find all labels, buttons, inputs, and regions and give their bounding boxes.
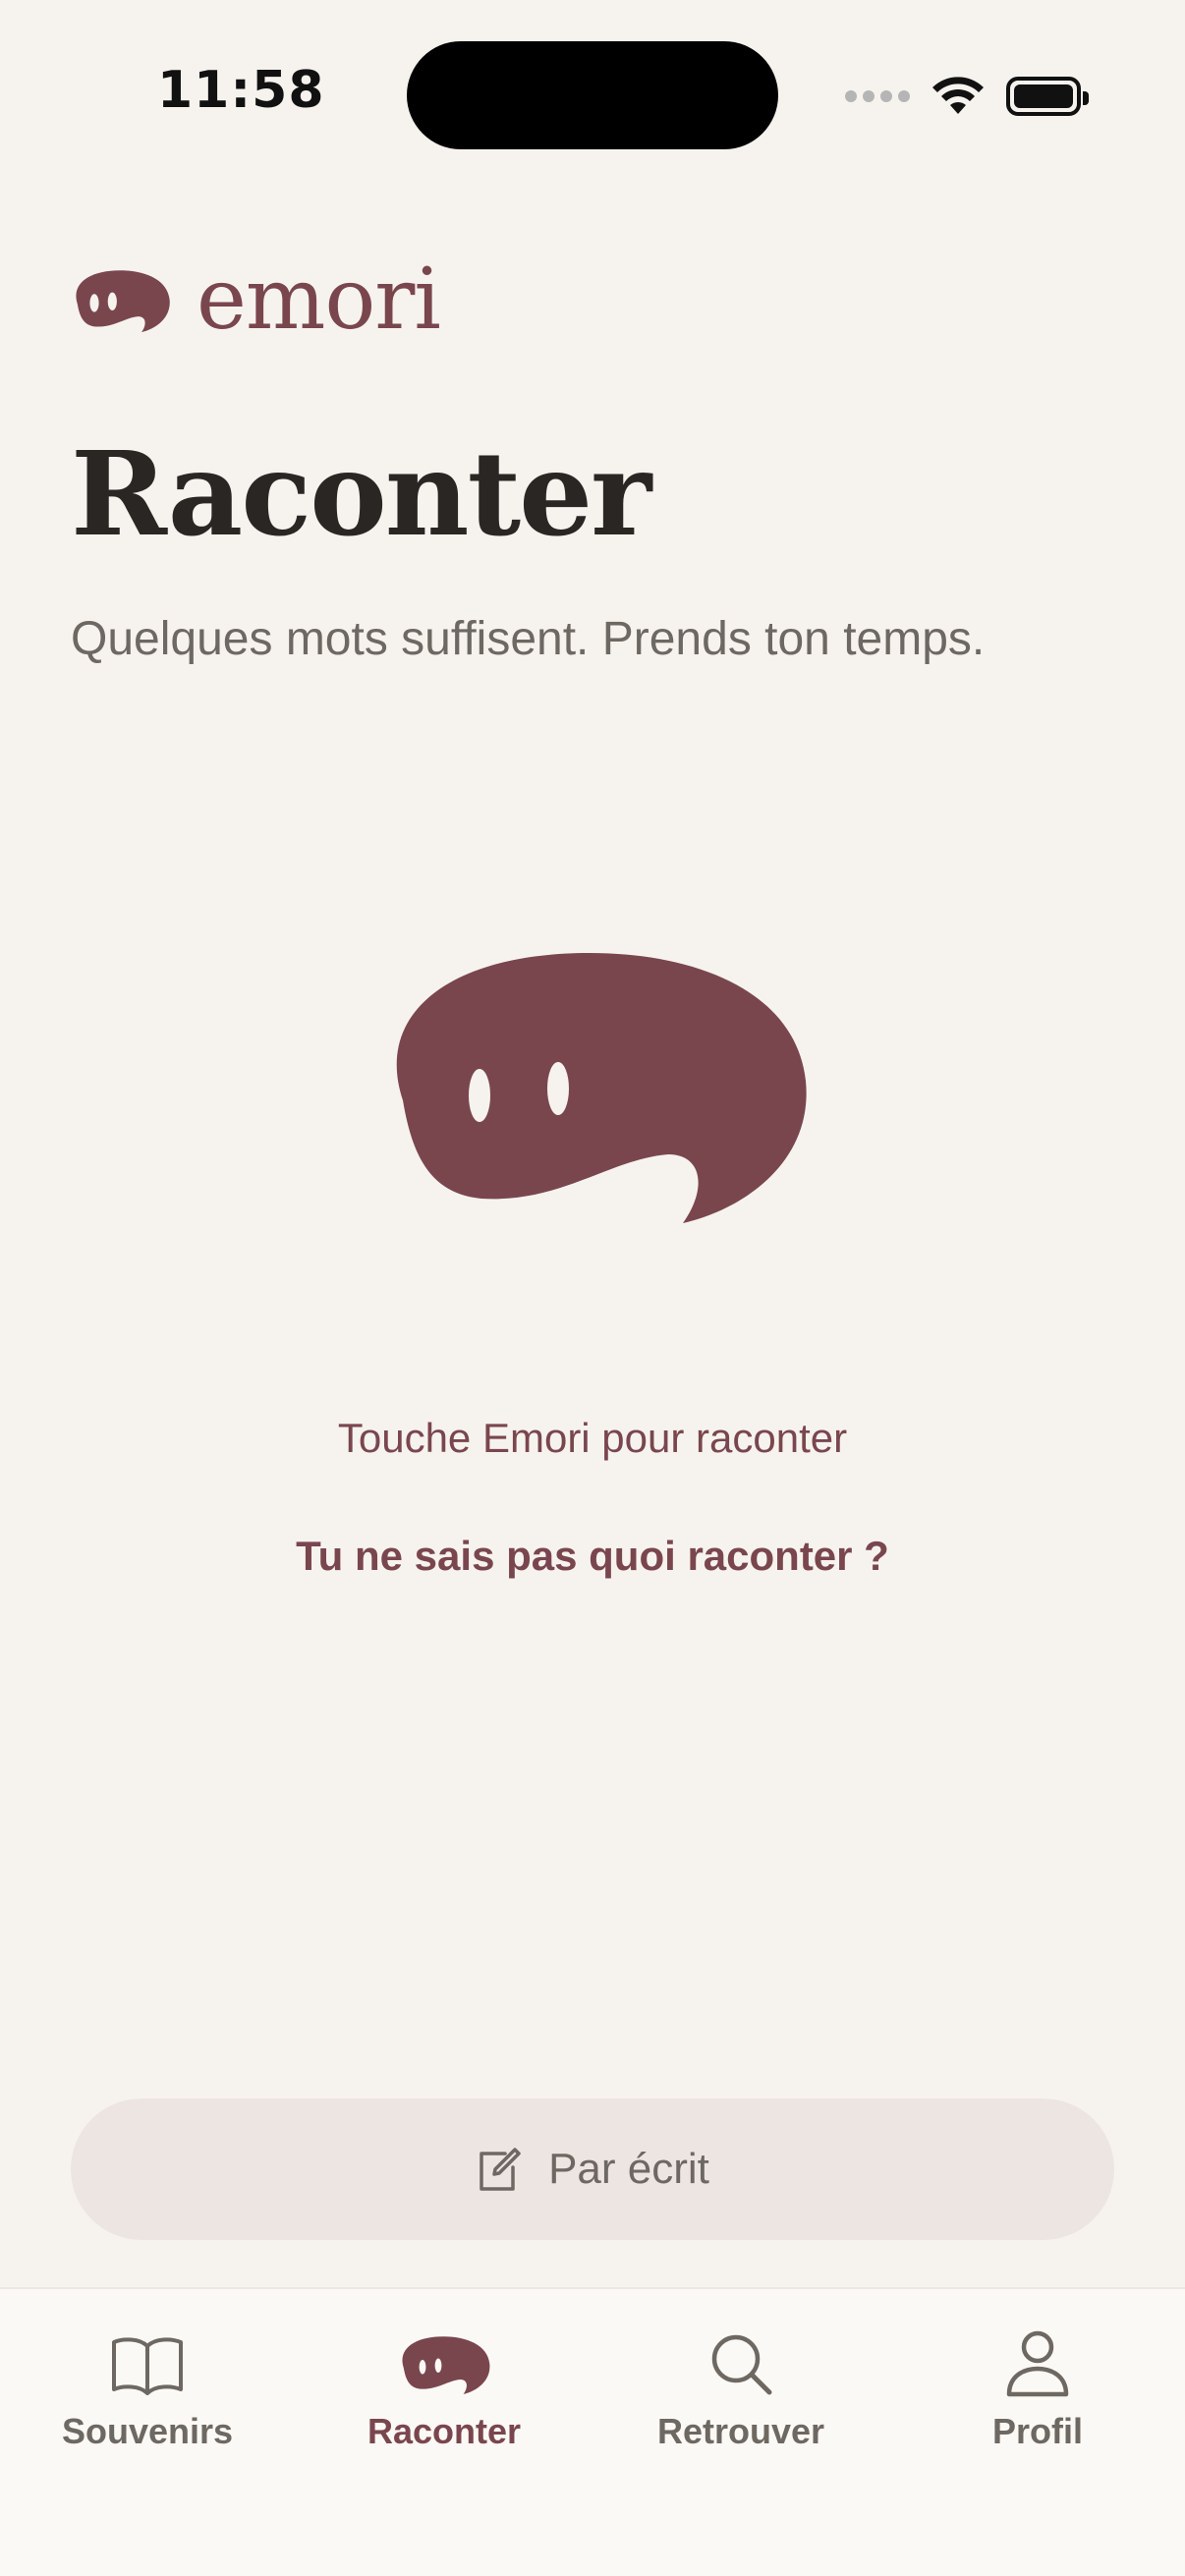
prompt-suggestion-link[interactable]: Tu ne sais pas quoi raconter ? [296,1533,889,1579]
wifi-icon [932,77,984,114]
raconter-screen: 11:58 emori Raconter Quelques mots suffi… [0,0,1185,2576]
page-title: Raconter [71,425,651,562]
emori-mascot-button[interactable] [373,933,812,1228]
tab-souvenirs[interactable]: Souvenirs [29,2328,265,2476]
search-icon [711,2334,772,2395]
emori-bubble-icon [402,2336,490,2394]
write-button-label: Par écrit [548,2145,709,2193]
battery-icon [1006,77,1089,116]
dynamic-island [407,41,778,149]
write-instead-button[interactable]: Par écrit [71,2099,1114,2240]
tab-raconter[interactable]: Raconter [326,2328,562,2476]
page-subtitle: Quelques mots suffisent. Prends ton temp… [71,613,986,665]
tab-label: Souvenirs [61,2411,234,2451]
tap-hint: Touche Emori pour raconter [337,1415,848,1461]
book-icon [112,2337,183,2395]
status-time: 11:58 [157,61,325,120]
mascot-right-eye [547,1062,569,1115]
tab-bar: Souvenirs Raconter Retrouver Profil [0,2287,1185,2576]
tab-retrouver[interactable]: Retrouver [623,2328,859,2476]
tab-label: Profil [991,2411,1083,2451]
logo-wordmark: emori [197,251,441,349]
cellular-signal-icon [845,90,910,102]
edit-note-icon [480,2148,521,2191]
app-logo: emori [71,251,441,349]
emori-logo-icon [76,270,170,333]
tab-label: Raconter [367,2411,522,2451]
person-icon [1006,2330,1069,2397]
status-icons [845,69,1089,124]
mascot-left-eye [469,1069,490,1122]
tab-label: Retrouver [656,2411,825,2451]
tab-profil[interactable]: Profil [920,2328,1156,2476]
